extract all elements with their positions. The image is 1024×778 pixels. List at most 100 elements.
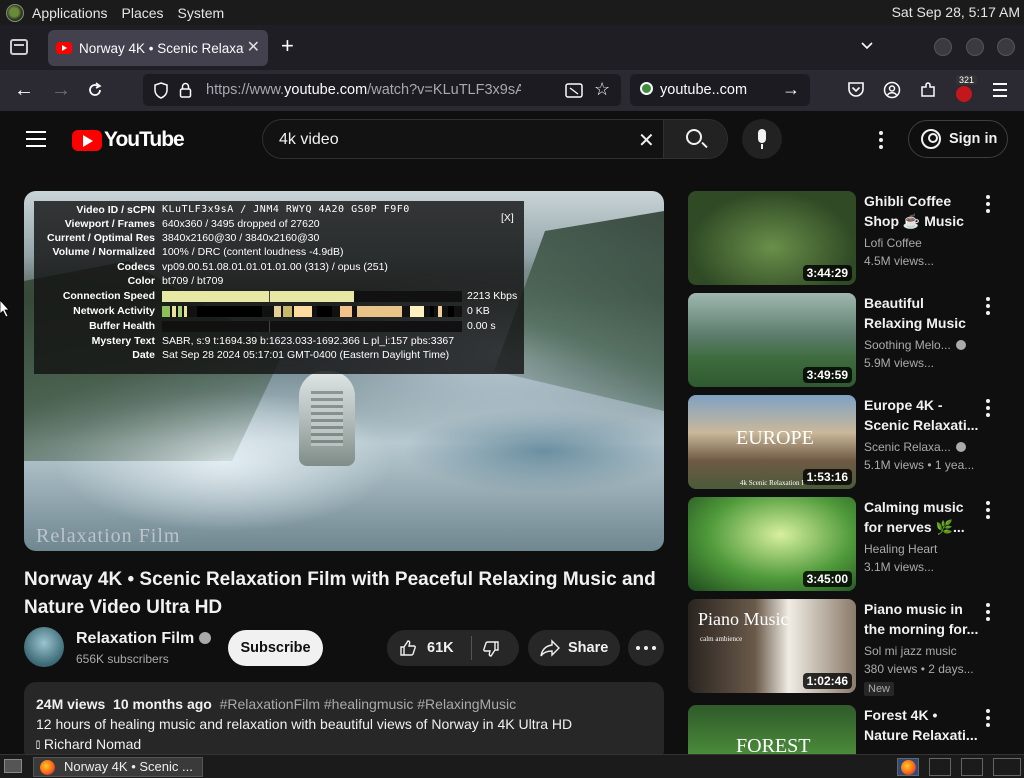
video-thumbnail[interactable]: 3:49:59 — [688, 293, 856, 387]
gnome-foot-icon[interactable] — [6, 3, 24, 22]
clear-search-icon[interactable]: ✕ — [638, 128, 655, 153]
stats-graph-value: 0 KB — [467, 305, 490, 317]
video-options-icon[interactable] — [986, 297, 990, 318]
search-go-arrow-icon[interactable]: → — [782, 79, 800, 100]
recommended-video[interactable]: 3:44:29 Ghibli Coffee Shop ☕ Music to... L… — [688, 191, 1004, 285]
menu-applications[interactable]: Applications — [32, 5, 108, 21]
search-button[interactable] — [663, 120, 727, 158]
window-minimize-icon[interactable] — [934, 38, 952, 56]
stats-graph-value: 0.00 s — [467, 320, 496, 332]
search-engine-icon[interactable] — [640, 82, 653, 95]
video-player[interactable]: Relaxation Film [X] Video ID / sCPN KLuTL… — [24, 191, 664, 551]
hashtags[interactable]: #RelaxationFilm #healingmusic #RelaxingM… — [220, 696, 516, 712]
video-thumbnail[interactable]: Piano Music calm ambience 1:02:46 — [688, 599, 856, 693]
search-query-text[interactable]: 4k video — [279, 131, 339, 149]
recommended-channel[interactable]: Soothing Melo... — [864, 338, 984, 352]
reload-icon[interactable] — [86, 81, 104, 99]
stats-value: SABR, s:9 t:1694.39 b:1623.033-1692.366 … — [162, 335, 455, 347]
firefox-view-icon[interactable] — [10, 39, 28, 55]
search-bar-text: youtube..com — [660, 82, 748, 98]
tab-close-icon[interactable]: ✕ — [247, 37, 260, 57]
guide-menu-icon[interactable] — [26, 131, 46, 152]
video-thumbnail[interactable]: 3:45:00 — [688, 497, 856, 591]
video-thumbnail[interactable]: EUROPE 4k Scenic Relaxation Film 1:53:16 — [688, 395, 856, 489]
graph-segment — [317, 306, 332, 317]
sign-in-button[interactable]: Sign in — [908, 120, 1008, 158]
menu-system[interactable]: System — [178, 5, 225, 21]
recommended-title[interactable]: Forest 4K • Nature Relaxati... — [864, 705, 980, 745]
voice-search-mic-icon[interactable] — [742, 119, 782, 159]
list-all-tabs-icon[interactable] — [860, 39, 874, 53]
description-line-1: 12 hours of healing music and relaxation… — [36, 716, 573, 732]
video-thumbnail[interactable]: 3:44:29 — [688, 191, 856, 285]
recommended-channel[interactable]: Sol mi jazz music — [864, 644, 984, 658]
stats-key: Mystery Text — [91, 335, 155, 347]
workspace-1[interactable] — [897, 758, 919, 776]
description-box[interactable]: 24M views 10 months ago #RelaxationFilm … — [24, 682, 664, 762]
forward-arrow-icon[interactable]: → — [51, 79, 71, 101]
youtube-logo[interactable]: YouTube — [72, 128, 185, 152]
show-desktop-icon[interactable] — [4, 759, 22, 773]
recommended-channel[interactable]: Lofi Coffee — [864, 236, 984, 250]
recommended-channel[interactable]: Scenic Relaxa... — [864, 440, 984, 454]
bottom-taskbar: Norway 4K • Scenic ... — [0, 754, 1024, 778]
back-arrow-icon[interactable]: ← — [14, 79, 34, 101]
new-tab-icon[interactable]: + — [281, 35, 294, 57]
graph-segment — [410, 306, 424, 317]
gnome-top-panel: Applications Places System Sat Sep 28, 5… — [0, 0, 1024, 25]
hamburger-menu-icon[interactable] — [993, 83, 1007, 97]
window-close-icon[interactable] — [997, 38, 1015, 56]
like-button[interactable]: 61K — [387, 630, 471, 666]
extensions-puzzle-icon[interactable] — [919, 81, 937, 99]
video-options-icon[interactable] — [986, 603, 990, 624]
recommended-video[interactable]: 3:45:00 Calming music for nerves 🌿... Heal… — [688, 497, 1004, 591]
menu-places[interactable]: Places — [122, 5, 164, 21]
recommended-title[interactable]: Calming music for nerves 🌿... — [864, 497, 980, 537]
like-count: 61K — [427, 640, 454, 656]
workspace-2[interactable] — [929, 758, 951, 776]
recommended-title[interactable]: Piano music in the morning for... — [864, 599, 980, 639]
taskbar-firefox-window[interactable]: Norway 4K • Scenic ... — [33, 757, 203, 777]
youtube-masthead: YouTube 4k video ✕ Sign in — [0, 111, 1024, 167]
more-actions-button[interactable] — [628, 630, 664, 666]
recommended-video[interactable]: Piano Music calm ambience 1:02:46 Piano mus… — [688, 599, 1004, 696]
subscribe-button[interactable]: Subscribe — [228, 630, 323, 666]
ublock-shield-icon[interactable] — [956, 86, 972, 102]
panel-clock[interactable]: Sat Sep 28, 5:17 AM — [892, 4, 1020, 20]
recommended-title[interactable]: Ghibli Coffee Shop ☕ Music to... — [864, 191, 980, 231]
stats-key: Video ID / sCPN — [76, 204, 155, 216]
tracking-shield-icon[interactable] — [153, 82, 169, 99]
channel-avatar[interactable] — [24, 627, 64, 667]
video-options-icon[interactable] — [986, 195, 990, 216]
recommended-video[interactable]: EUROPE 4k Scenic Relaxation Film 1:53:16 Eu… — [688, 395, 1004, 489]
workspace-3[interactable] — [961, 758, 983, 776]
bookmark-star-icon[interactable]: ☆ — [594, 79, 610, 100]
reader-view-icon[interactable] — [565, 83, 583, 98]
recommended-meta: 5.1M views • 1 yea... — [864, 458, 975, 472]
recommended-title[interactable]: Europe 4K - Scenic Relaxati... — [864, 395, 980, 435]
account-icon[interactable] — [883, 81, 901, 99]
video-options-icon[interactable] — [986, 399, 990, 420]
recommended-channel[interactable]: Healing Heart — [864, 542, 984, 556]
youtube-search-box[interactable]: 4k video ✕ — [262, 119, 728, 159]
stats-key: Volume / Normalized — [52, 246, 156, 258]
recommended-video[interactable]: FOREST Forest 4K • Nature Relaxati... — [688, 705, 1004, 754]
video-thumbnail[interactable]: FOREST — [688, 705, 856, 754]
video-options-icon[interactable] — [986, 709, 990, 730]
tab-youtube[interactable]: Norway 4K • Scenic Relaxation Film with … — [48, 30, 268, 66]
settings-more-icon[interactable] — [879, 131, 883, 152]
pocket-icon[interactable] — [847, 81, 865, 98]
graph-segment — [270, 291, 354, 302]
stats-row: Color bt709 / bt709 — [34, 275, 524, 289]
video-options-icon[interactable] — [986, 501, 990, 522]
url-bar[interactable]: https://www.youtube.com/watch?v=KLuTLF3x… — [143, 74, 621, 106]
channel-name[interactable]: Relaxation Film — [76, 630, 212, 648]
search-bar[interactable]: youtube..com → — [630, 74, 810, 106]
lock-icon[interactable] — [179, 82, 192, 98]
window-maximize-icon[interactable] — [966, 38, 984, 56]
workspace-4[interactable] — [993, 758, 1021, 776]
recommended-video[interactable]: 3:49:59 Beautiful Relaxing Music ... Sooth… — [688, 293, 1004, 387]
recommended-title[interactable]: Beautiful Relaxing Music ... — [864, 293, 980, 333]
thumbs-down-icon[interactable] — [482, 640, 500, 658]
share-button[interactable]: Share — [528, 630, 620, 666]
